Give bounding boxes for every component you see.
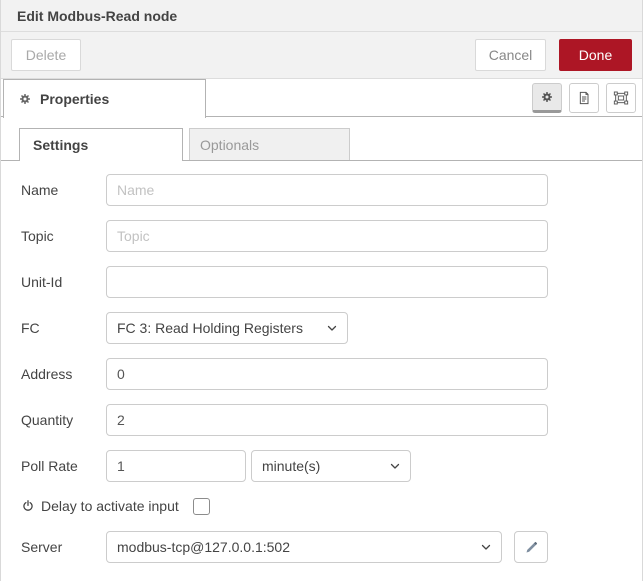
quantity-label: Quantity [21,412,106,428]
editor-tab-buttons [532,83,636,113]
pencil-icon [524,540,539,555]
server-row: Server modbus-tcp@127.0.0.1:502 [21,531,642,563]
gear-icon [540,90,554,104]
delay-checkbox[interactable] [193,498,210,515]
object-group-icon [613,90,629,106]
settings-tab-bar: Settings Optionals [1,117,642,161]
gear-icon [18,92,32,106]
appearance-tab-button[interactable] [606,83,636,113]
address-label: Address [21,366,106,382]
file-text-icon [576,90,592,106]
editor-tab-bar: Properties [1,79,642,117]
tab-settings-label: Settings [33,137,88,153]
unit-id-row: Unit-Id [21,266,642,298]
settings-form: Name Topic Unit-Id FC FC 3: Read Holding… [1,161,642,563]
properties-tab-button[interactable] [532,83,562,113]
name-label: Name [21,182,106,198]
quantity-row: Quantity [21,404,642,436]
fc-row: FC FC 3: Read Holding Registers [21,312,642,344]
unit-id-label: Unit-Id [21,274,106,290]
name-input[interactable] [106,174,548,206]
tab-optionals[interactable]: Optionals [189,128,350,160]
unit-id-input[interactable] [106,266,548,298]
address-input[interactable] [106,358,548,390]
server-select-value: modbus-tcp@127.0.0.1:502 [117,539,290,555]
topic-row: Topic [21,220,642,252]
quantity-input[interactable] [106,404,548,436]
poll-rate-input[interactable] [106,450,246,482]
dialog-title: Edit Modbus-Read node [17,8,177,24]
name-row: Name [21,174,642,206]
tab-settings[interactable]: Settings [19,128,183,161]
chevron-down-icon [326,322,338,334]
tab-properties-label: Properties [40,91,109,107]
power-icon [21,499,35,513]
fc-select-value: FC 3: Read Holding Registers [117,320,303,336]
cancel-button[interactable]: Cancel [475,39,546,71]
description-tab-button[interactable] [569,83,599,113]
dialog-toolbar: Delete Cancel Done [1,32,642,79]
tab-optionals-label: Optionals [200,137,259,153]
topic-label: Topic [21,228,106,244]
done-button[interactable]: Done [559,39,632,71]
delay-row: Delay to activate input [21,496,642,516]
server-label: Server [21,539,106,555]
tab-properties[interactable]: Properties [3,79,206,118]
chevron-down-icon [480,541,492,553]
poll-rate-unit-select[interactable]: minute(s) [251,450,411,482]
topic-input[interactable] [106,220,548,252]
dialog-header: Edit Modbus-Read node [1,0,642,32]
address-row: Address [21,358,642,390]
poll-rate-row: Poll Rate minute(s) [21,450,642,482]
poll-rate-unit-value: minute(s) [262,458,320,474]
delay-label: Delay to activate input [41,498,179,514]
server-edit-button[interactable] [514,531,548,563]
server-select[interactable]: modbus-tcp@127.0.0.1:502 [106,531,502,563]
fc-label: FC [21,320,106,336]
poll-rate-label: Poll Rate [21,458,106,474]
edit-node-dialog: Edit Modbus-Read node Delete Cancel Done [0,0,643,581]
chevron-down-icon [389,460,401,472]
delete-button[interactable]: Delete [11,39,81,71]
fc-select[interactable]: FC 3: Read Holding Registers [106,312,348,344]
